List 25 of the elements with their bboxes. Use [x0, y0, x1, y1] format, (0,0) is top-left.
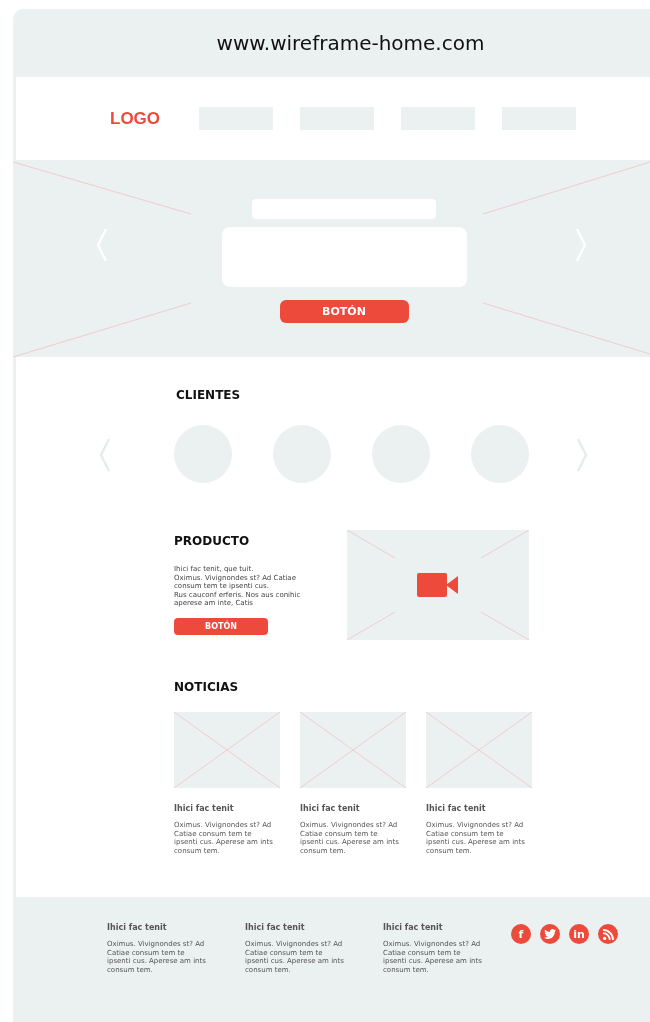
social-icon[interactable]: f: [511, 924, 531, 944]
footer-title: Ihici fac tenit: [245, 923, 306, 932]
news-title: Ihici fac tenit: [426, 804, 487, 813]
chevron-right-icon[interactable]: [576, 438, 588, 472]
news-title: Ihici fac tenit: [174, 804, 235, 813]
video-camera-icon: [417, 573, 459, 597]
url-text: www.wireframe-home.com: [216, 31, 485, 55]
hero-button[interactable]: BOTÓN: [279, 300, 409, 323]
logo[interactable]: LOGO: [110, 108, 164, 129]
rss-icon[interactable]: [598, 924, 618, 944]
placeholder-line: [347, 530, 396, 559]
placeholder-line: [480, 530, 529, 559]
video-placeholder[interactable]: [347, 530, 529, 640]
chevron-left-icon[interactable]: [99, 438, 111, 472]
placeholder-line: [347, 611, 396, 640]
section-heading: NOTICIAS: [174, 680, 239, 694]
section-heading: PRODUCTO: [174, 534, 251, 548]
product-button[interactable]: BOTÓN: [174, 617, 268, 635]
footer-title: Ihici fac tenit: [107, 923, 168, 932]
footer-title: Ihici fac tenit: [383, 923, 444, 932]
social-icon[interactable]: in: [569, 924, 589, 944]
bird-icon[interactable]: [540, 924, 560, 944]
section-heading: CLIENTES: [176, 388, 241, 402]
news-title: Ihici fac tenit: [300, 804, 361, 813]
placeholder-line: [480, 611, 529, 640]
